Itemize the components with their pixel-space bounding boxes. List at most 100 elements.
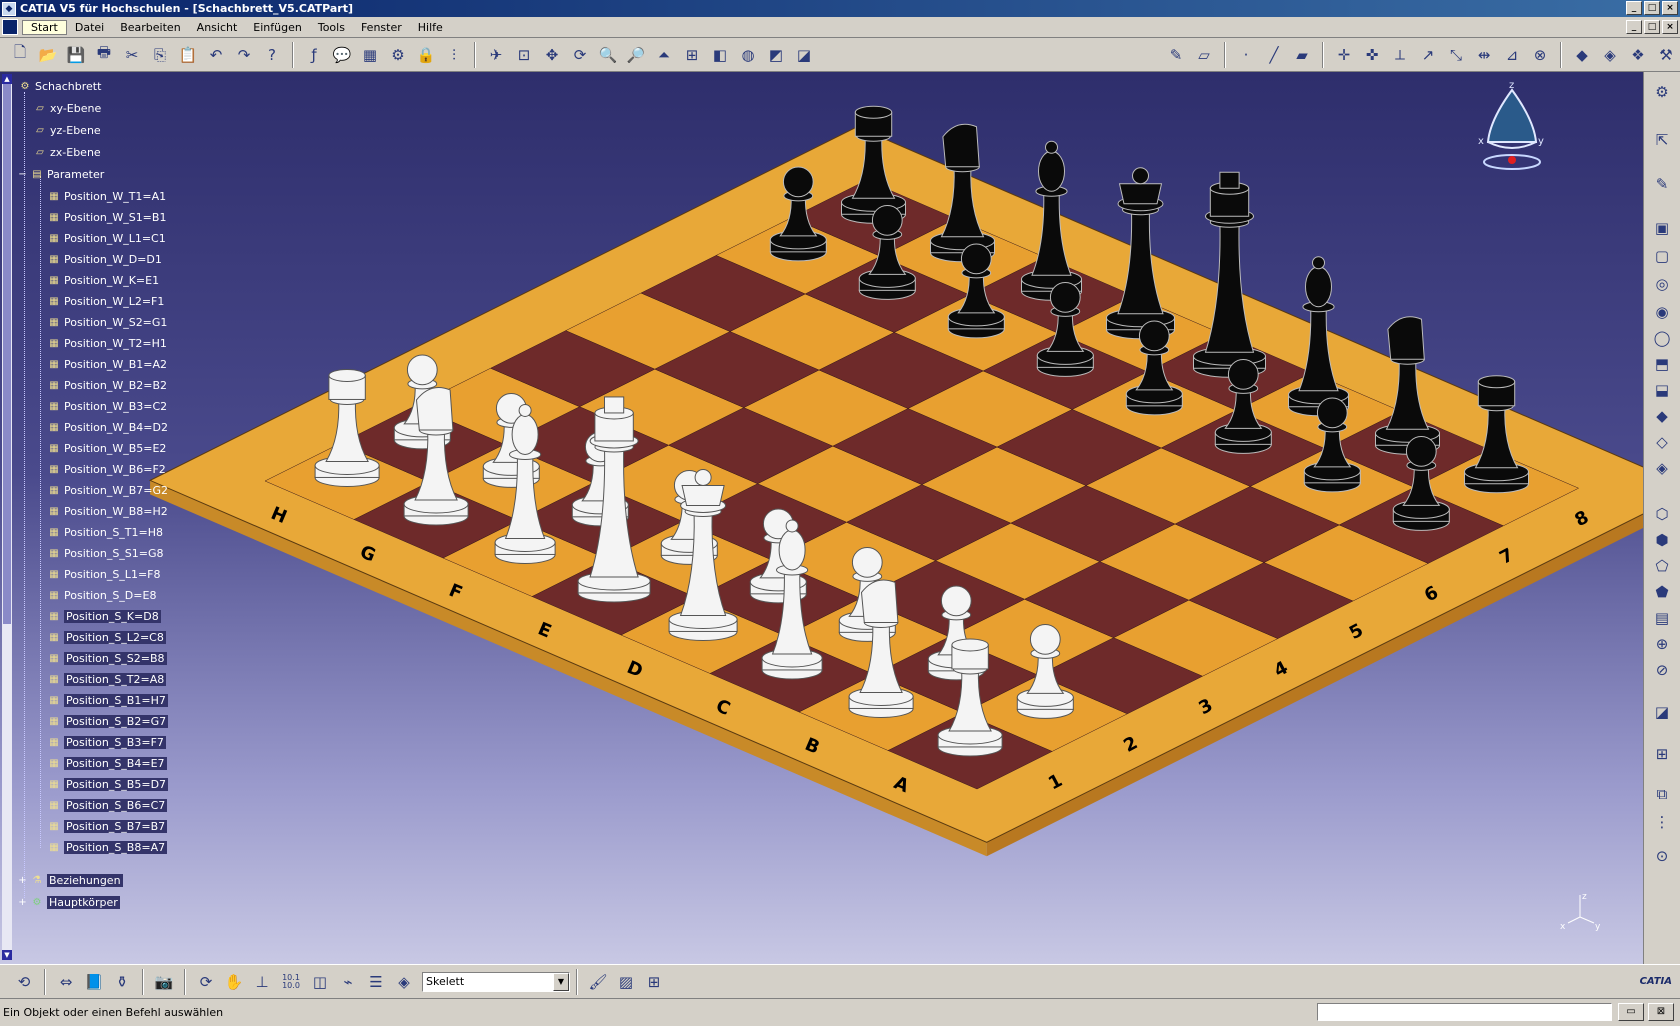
constraint-icon[interactable]: ⇔ <box>54 970 78 994</box>
tree-node-main-body[interactable]: + ⚙ Hauptkörper <box>18 894 120 910</box>
tree-node-parameter-item[interactable]: ▦ Position_S_S1=G8 <box>47 545 163 561</box>
axis-icon[interactable]: ↗ <box>1416 43 1440 67</box>
document-icon[interactable] <box>2 19 18 35</box>
help-icon[interactable]: ? <box>260 43 284 67</box>
pan-icon[interactable]: ✥ <box>540 43 564 67</box>
chevron-down-icon[interactable]: ▼ <box>553 972 569 991</box>
boolean-icon[interactable]: ⊞ <box>1650 742 1674 766</box>
scaling-icon[interactable]: ⤡ <box>1444 43 1468 67</box>
split-icon[interactable]: ⊘ <box>1650 658 1674 682</box>
tree-node-parameter-item[interactable]: ▦ Position_S_B6=C7 <box>47 797 168 813</box>
graph-icon[interactable]: ⌁ <box>336 970 360 994</box>
hole-icon[interactable]: ◯ <box>1650 326 1674 350</box>
point-icon[interactable]: · <box>1234 43 1258 67</box>
manipulate-icon[interactable]: ✋ <box>222 970 246 994</box>
shell-icon[interactable]: ⬠ <box>1650 554 1674 578</box>
collapse-minus-icon[interactable]: − <box>18 168 27 180</box>
undo-icon[interactable]: ↶ <box>204 43 228 67</box>
menu-start[interactable]: Start <box>22 19 67 35</box>
expand-plus-icon[interactable]: + <box>18 896 27 908</box>
expand-plus-icon[interactable]: + <box>18 874 27 886</box>
tree-node-parameter-item[interactable]: ▦ Position_W_L1=C1 <box>47 230 165 246</box>
tree-node-parameter-item[interactable]: ▦ Position_W_D=D1 <box>47 251 162 267</box>
tree-node-parameter-item[interactable]: ▦ Position_S_K=D8 <box>47 608 161 624</box>
menu-ansicht[interactable]: Ansicht <box>189 21 246 34</box>
swap-visible-icon[interactable]: ◪ <box>792 43 816 67</box>
tree-node-parameter-item[interactable]: ▦ Position_S_B5=D7 <box>47 776 169 792</box>
tools-icon[interactable]: ⚒ <box>1654 43 1678 67</box>
tree-node-zx-plane[interactable]: ▱ zx-Ebene <box>33 144 101 160</box>
tree-node-parameter-item[interactable]: ▦ Position_W_K=E1 <box>47 272 159 288</box>
slot-icon[interactable]: ⬓ <box>1650 378 1674 402</box>
tree-node-parameter-item[interactable]: ▦ Position_W_B3=C2 <box>47 398 167 414</box>
hide-show-icon[interactable]: ◩ <box>764 43 788 67</box>
normal-view-icon[interactable]: ⏶ <box>652 43 676 67</box>
cut-icon[interactable]: ✂ <box>120 43 144 67</box>
tree-node-parameter-item[interactable]: ▦ Position_W_S1=B1 <box>47 209 166 225</box>
close-button[interactable]: × <box>1662 1 1678 15</box>
tree-node-parameter-item[interactable]: ▦ Position_S_B1=H7 <box>47 692 168 708</box>
maximize-button[interactable]: □ <box>1644 1 1660 15</box>
tree-node-parameter-item[interactable]: ▦ Position_W_B1=A2 <box>47 356 167 372</box>
stiffener-icon[interactable]: ◆ <box>1650 404 1674 428</box>
tree-node-parameter-item[interactable]: ▦ Position_S_B4=E7 <box>47 755 167 771</box>
tree-node-yz-plane[interactable]: ▱ yz-Ebene <box>33 122 101 138</box>
catia-app-icon[interactable]: ◆ <box>2 1 16 16</box>
layer-icon[interactable]: ◈ <box>392 970 416 994</box>
tree-node-parameter-item[interactable]: ▦ Position_S_S2=B8 <box>47 650 167 666</box>
print-icon[interactable]: 🖶 <box>92 43 116 67</box>
minimize-button[interactable]: _ <box>1626 1 1642 15</box>
tree-node-parameter[interactable]: − ▤ Parameter <box>18 166 104 182</box>
list-icon[interactable]: ☰ <box>364 970 388 994</box>
tree-node-parameter-item[interactable]: ▦ Position_W_B2=B2 <box>47 377 167 393</box>
analysis-icon[interactable]: ⫶ <box>442 43 466 67</box>
scroll-down-arrow-icon[interactable]: ▼ <box>2 950 12 960</box>
pattern-icon[interactable]: ⋮ <box>1650 810 1674 834</box>
fit-all-icon[interactable]: ⊡ <box>512 43 536 67</box>
tree-node-parameter-item[interactable]: ▦ Position_W_B4=D2 <box>47 419 168 435</box>
measure-icon[interactable]: ⇹ <box>1472 43 1496 67</box>
tree-node-parameter-item[interactable]: ▦ Position_W_B7=G2 <box>47 482 168 498</box>
iso-view-icon[interactable]: ◧ <box>708 43 732 67</box>
pocket-icon[interactable]: ▢ <box>1650 244 1674 268</box>
tree-node-relations[interactable]: + ⚗ Beziehungen <box>18 872 123 888</box>
bottle-icon[interactable]: ⚱ <box>110 970 134 994</box>
tree-node-parameter-item[interactable]: ▦ Position_S_B3=F7 <box>47 734 166 750</box>
open-icon[interactable]: 📂 <box>36 43 60 67</box>
menu-tools[interactable]: Tools <box>310 21 353 34</box>
thread-icon[interactable]: ▤ <box>1650 606 1674 630</box>
line-icon[interactable]: ╱ <box>1262 43 1286 67</box>
paint-icon[interactable]: 🖌 <box>586 970 610 994</box>
tree-root-node[interactable]: ⚙ Schachbrett <box>18 78 102 94</box>
select-icon[interactable]: ⇱ <box>1650 128 1674 152</box>
zoom-out-icon[interactable]: 🔎 <box>624 43 648 67</box>
catalog-icon[interactable]: 📘 <box>82 970 106 994</box>
shading-icon[interactable]: ◍ <box>736 43 760 67</box>
copy-icon[interactable]: ⎘ <box>148 43 172 67</box>
save-icon[interactable]: 💾 <box>64 43 88 67</box>
paste-icon[interactable]: 📋 <box>176 43 200 67</box>
mirror-icon[interactable]: ⧉ <box>1650 782 1674 806</box>
scaling-body-icon[interactable]: ⊙ <box>1650 844 1674 868</box>
loft-icon[interactable]: ◇ <box>1650 430 1674 454</box>
stop-icon[interactable]: ⊠ <box>1648 1003 1674 1021</box>
render-icon[interactable]: ◈ <box>1598 43 1622 67</box>
3d-viewport[interactable]: 12345678ABCDEFGH y x z z x y ▲ ▼ ⚙ Schac… <box>0 72 1643 964</box>
chess-scene[interactable]: 12345678ABCDEFGH <box>0 72 1643 964</box>
formula-icon[interactable]: ƒ <box>302 43 326 67</box>
tree-node-parameter-item[interactable]: ▦ Position_S_B2=G7 <box>47 713 169 729</box>
tree-node-parameter-item[interactable]: ▦ Position_S_L2=C8 <box>47 629 166 645</box>
scale-icon[interactable]: 10.1 10.0 <box>278 970 304 994</box>
power-input-icon[interactable]: ▭ <box>1618 1003 1644 1021</box>
plane-icon[interactable]: ▰ <box>1290 43 1314 67</box>
scroll-thumb[interactable] <box>3 84 11 624</box>
multi-view-icon[interactable]: ⊞ <box>680 43 704 67</box>
sketcher-icon[interactable]: ✎ <box>1164 43 1188 67</box>
fillet-icon[interactable]: ◈ <box>1650 456 1674 480</box>
shaft-icon[interactable]: ◎ <box>1650 272 1674 296</box>
material-icon[interactable]: ◆ <box>1570 43 1594 67</box>
command-input[interactable] <box>1317 1003 1612 1021</box>
redo-icon[interactable]: ↷ <box>232 43 256 67</box>
sketch-plane-icon[interactable]: ▱ <box>1192 43 1216 67</box>
refresh-icon[interactable]: ⟳ <box>194 970 218 994</box>
